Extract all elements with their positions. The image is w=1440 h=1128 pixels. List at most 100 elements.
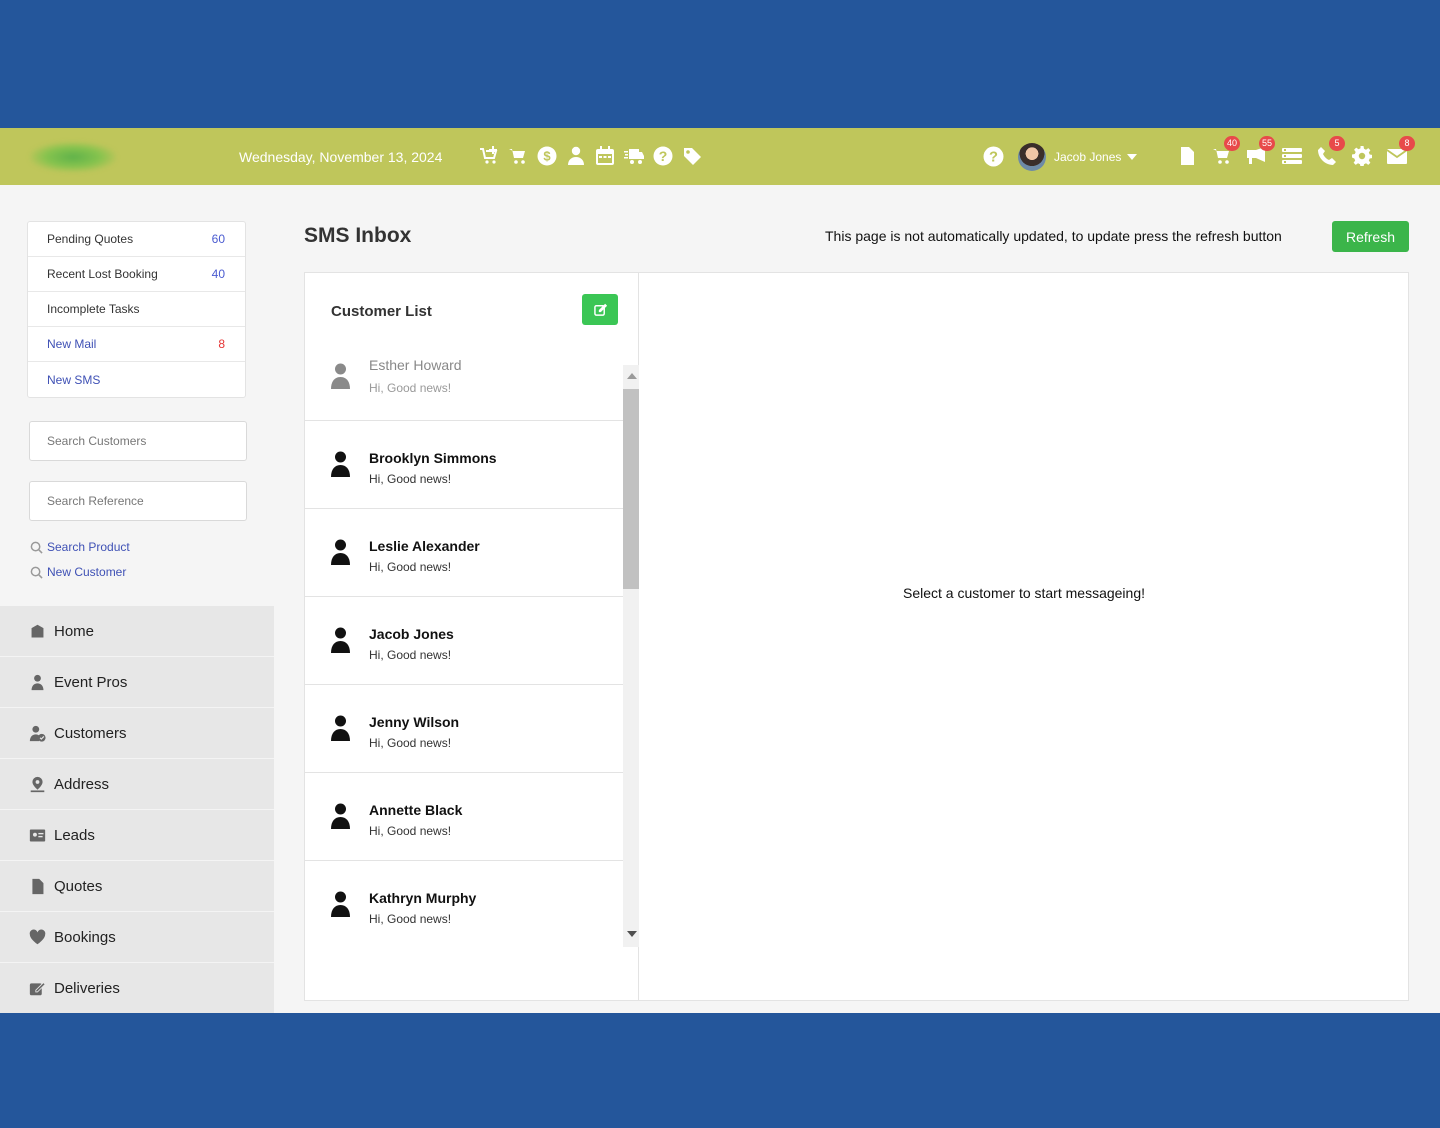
notification-icons: 40 55 5 8 xyxy=(1176,136,1421,167)
list-item-customer[interactable]: Annette Black Hi, Good news! xyxy=(305,773,623,861)
messages-badge: 55 xyxy=(1258,136,1275,151)
orders-cart-icon[interactable]: 40 xyxy=(1211,136,1240,167)
page-title: SMS Inbox xyxy=(304,224,412,247)
nav-item-deliveries[interactable]: Deliveries xyxy=(0,963,274,1013)
user-icon xyxy=(331,363,350,391)
list-scrollbar[interactable] xyxy=(623,365,639,947)
mail-badge: 8 xyxy=(1399,136,1415,151)
svg-text:?: ? xyxy=(659,148,668,164)
user-check-icon xyxy=(29,725,46,742)
list-item-customer[interactable]: Jacob Jones Hi, Good news! xyxy=(305,597,623,685)
list-item-customer[interactable]: Kathryn Murphy Hi, Good news! xyxy=(305,861,623,949)
list-item-customer[interactable]: Brooklyn Simmons Hi, Good news! xyxy=(305,421,623,509)
user-icon xyxy=(331,891,350,919)
customer-message-preview: Hi, Good news! xyxy=(369,736,452,750)
scroll-down-arrow-icon[interactable] xyxy=(627,931,637,937)
customer-message-preview: Hi, Good news! xyxy=(369,381,452,395)
quick-link-recent-lost-booking[interactable]: Recent Lost Booking 40 xyxy=(28,257,245,292)
refresh-notice: This page is not automatically updated, … xyxy=(825,228,1282,244)
svg-text:?: ? xyxy=(989,150,998,166)
nav-label: Deliveries xyxy=(54,979,120,997)
compose-message-button[interactable] xyxy=(582,294,618,325)
quick-link-label: New SMS xyxy=(47,372,101,387)
sidebar: Pending Quotes 60 Recent Lost Booking 40 I… xyxy=(0,185,274,1013)
search-customers-input[interactable] xyxy=(29,421,247,461)
customer-message-preview: Hi, Good news! xyxy=(369,472,452,486)
quick-actions: $ ? xyxy=(478,145,710,167)
refresh-button[interactable]: Refresh xyxy=(1332,221,1409,252)
app-window: Wednesday, November 13, 2024 $ ? ? Jacob… xyxy=(0,128,1440,1013)
nav-item-quotes[interactable]: Quotes xyxy=(0,861,274,912)
orders-badge: 40 xyxy=(1223,136,1240,151)
user-icon[interactable] xyxy=(565,145,587,167)
customer-name: Esther Howard xyxy=(369,357,462,373)
tag-icon[interactable] xyxy=(681,145,703,167)
search-icon xyxy=(30,541,43,554)
nav-item-customers[interactable]: Customers xyxy=(0,708,274,759)
phone-icon[interactable]: 5 xyxy=(1316,136,1345,167)
list-item-customer[interactable]: Esther Howard Hi, Good news! xyxy=(305,353,623,421)
customer-message-preview: Hi, Good news! xyxy=(369,824,452,838)
current-date: Wednesday, November 13, 2024 xyxy=(239,149,443,165)
quick-link-label: Recent Lost Booking xyxy=(47,267,158,281)
quick-link-pending-quotes[interactable]: Pending Quotes 60 xyxy=(28,222,245,257)
count-badge: 8 xyxy=(218,337,225,351)
customer-name: Jacob Jones xyxy=(369,626,454,642)
user-icon xyxy=(331,715,350,743)
cart-plus-icon[interactable] xyxy=(478,145,500,167)
list-icon[interactable] xyxy=(1281,145,1303,167)
user-icon xyxy=(31,674,44,690)
nav-item-leads[interactable]: Leads xyxy=(0,810,274,861)
customer-name: Leslie Alexander xyxy=(369,538,480,554)
help-icon[interactable]: ? xyxy=(983,146,1004,167)
user-name: Jacob Jones xyxy=(1054,150,1122,164)
sms-panel: Customer List Esther Howard Hi, Good new… xyxy=(304,272,1409,1001)
nav-item-address[interactable]: Address xyxy=(0,759,274,810)
conversation-empty-state: Select a customer to start messageing! xyxy=(639,273,1409,913)
user-icon xyxy=(331,451,350,479)
new-customer-label: New Customer xyxy=(47,565,127,579)
nav-label: Quotes xyxy=(54,877,103,895)
document-icon xyxy=(32,878,44,894)
new-customer-link[interactable]: New Customer xyxy=(30,565,126,579)
question-icon[interactable]: ? xyxy=(652,145,674,167)
search-icon xyxy=(30,566,43,579)
scroll-up-arrow-icon[interactable] xyxy=(627,373,637,379)
customer-list[interactable]: Esther Howard Hi, Good news! Brooklyn Si… xyxy=(305,353,638,949)
map-pin-icon xyxy=(30,776,45,792)
customer-name: Jenny Wilson xyxy=(369,714,460,730)
user-icon xyxy=(331,627,350,655)
dollar-icon[interactable]: $ xyxy=(536,145,558,167)
nav-item-bookings[interactable]: Bookings xyxy=(0,912,274,963)
nav-item-event-pros[interactable]: Event Pros xyxy=(0,657,274,708)
list-item-customer[interactable]: Jenny Wilson Hi, Good news! xyxy=(305,685,623,773)
mail-icon[interactable]: 8 xyxy=(1386,136,1415,167)
document-icon[interactable] xyxy=(1176,145,1198,167)
customer-message-preview: Hi, Good news! xyxy=(369,560,452,574)
search-product-link[interactable]: Search Product xyxy=(30,540,130,554)
nav-item-home[interactable]: Home xyxy=(0,606,274,657)
customer-list-title: Customer List xyxy=(331,303,432,320)
quick-link-incomplete-tasks[interactable]: Incomplete Tasks xyxy=(28,292,245,327)
customer-name: Annette Black xyxy=(369,802,463,818)
calendar-icon[interactable] xyxy=(594,145,616,167)
nav-label: Home xyxy=(54,622,95,640)
brand-logo[interactable] xyxy=(30,142,116,172)
user-icon xyxy=(331,803,350,831)
nav-label: Address xyxy=(54,775,110,793)
truck-icon[interactable] xyxy=(623,145,645,167)
search-reference-input[interactable] xyxy=(29,481,247,521)
user-menu[interactable]: Jacob Jones xyxy=(1018,143,1138,171)
cart-icon[interactable] xyxy=(507,145,529,167)
scrollbar-thumb[interactable] xyxy=(623,389,639,589)
quick-link-new-sms[interactable]: New SMS xyxy=(28,362,245,397)
gear-icon[interactable] xyxy=(1351,145,1373,167)
calls-badge: 5 xyxy=(1329,136,1345,151)
quick-link-new-mail[interactable]: New Mail 8 xyxy=(28,327,245,362)
quick-link-label: Incomplete Tasks xyxy=(47,302,140,316)
nav-label: Leads xyxy=(54,826,95,844)
customer-message-preview: Hi, Good news! xyxy=(369,648,452,662)
customer-message-preview: Hi, Good news! xyxy=(369,912,452,926)
messages-icon[interactable]: 55 xyxy=(1246,136,1275,167)
list-item-customer[interactable]: Leslie Alexander Hi, Good news! xyxy=(305,509,623,597)
